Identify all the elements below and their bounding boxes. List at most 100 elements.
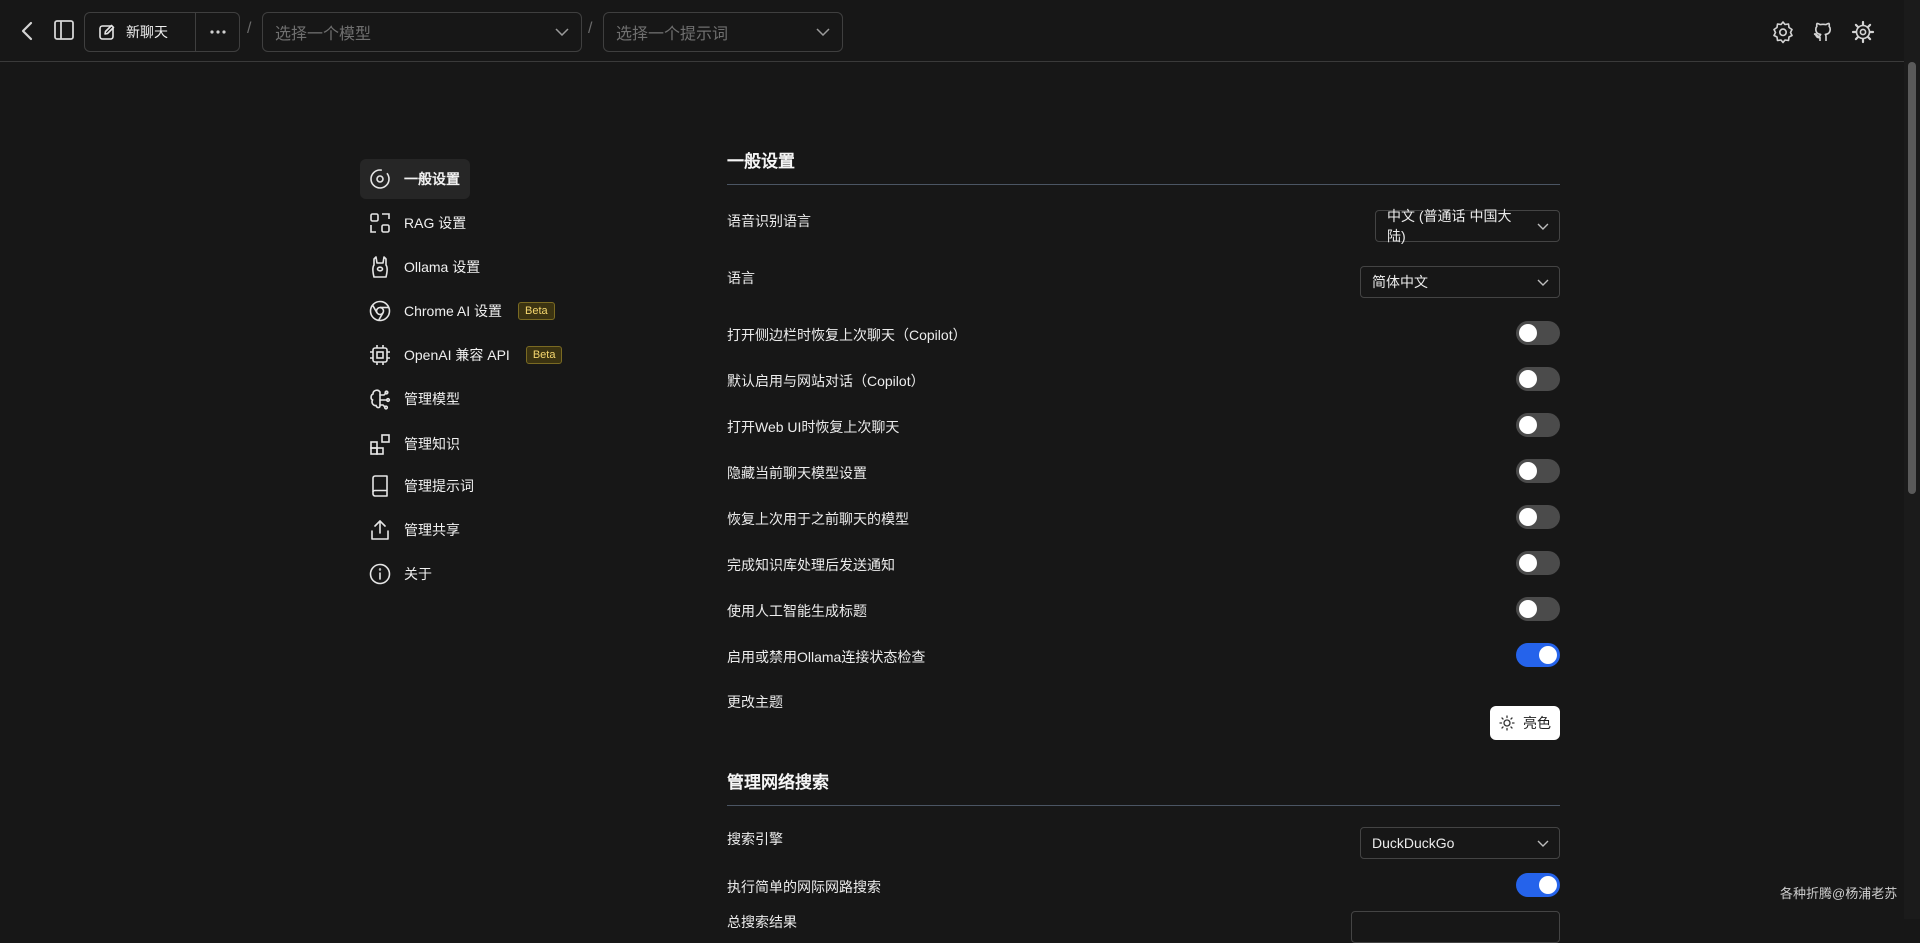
toggle-label: 启用或禁用Ollama连接状态检查 [727, 649, 926, 665]
prompt-select[interactable]: 选择一个提示词 [603, 12, 843, 52]
chevron-down-icon [816, 28, 830, 36]
sidebar-item-manage-prompts[interactable]: 管理提示词 [360, 466, 484, 506]
cog-icon[interactable] [1851, 20, 1875, 44]
section-divider [727, 805, 1560, 806]
toggle-label: 隐藏当前聊天模型设置 [727, 465, 867, 481]
toggle-label: 打开侧边栏时恢复上次聊天（Copilot） [727, 327, 967, 343]
theme-button-label: 亮色 [1523, 715, 1551, 731]
speech-language-select[interactable]: 中文 (普通话 中国大陆) [1375, 208, 1560, 244]
page-scrollbar[interactable] [1904, 0, 1920, 919]
restore-last-model-toggle[interactable] [1516, 505, 1560, 529]
settings-gear-icon[interactable] [1771, 20, 1795, 44]
section-divider [727, 184, 1560, 185]
sidebar-toggle-icon[interactable] [52, 18, 76, 42]
sidebar-item-label: 关于 [404, 566, 432, 582]
chevron-down-icon [1537, 223, 1549, 230]
theme-label: 更改主题 [727, 694, 783, 710]
sidebar-item-manage-sharing[interactable]: 管理共享 [360, 510, 470, 550]
github-icon[interactable] [1811, 20, 1835, 44]
search-engine-value: DuckDuckGo [1372, 835, 1455, 851]
back-chevron-icon[interactable] [16, 18, 40, 44]
sidebar-item-ollama[interactable]: Ollama 设置 [360, 247, 490, 287]
beta-badge: Beta [525, 346, 563, 364]
toggle-label: 完成知识库处理后发送通知 [727, 557, 895, 573]
toggle-knob [1539, 646, 1557, 664]
toggle-knob [1519, 600, 1537, 618]
toggle-knob [1519, 554, 1537, 572]
sidebar-item-openai-api[interactable]: OpenAI 兼容 API Beta [360, 335, 572, 375]
sidebar-item-label: 管理模型 [404, 391, 460, 407]
ellipsis-icon [209, 30, 226, 34]
chevron-down-icon [1537, 279, 1549, 286]
watermark-text: 各种折腾@杨浦老苏 [1780, 886, 1898, 901]
cpu-icon [370, 345, 390, 365]
sidebar-item-rag[interactable]: RAG 设置 [360, 203, 476, 243]
language-select[interactable]: 简体中文 [1360, 266, 1560, 298]
sidebar-item-label: Ollama 设置 [404, 259, 481, 275]
language-label: 语言 [727, 270, 755, 286]
sidebar-item-label: RAG 设置 [404, 215, 467, 231]
simple-web-search-toggle[interactable] [1516, 873, 1560, 897]
new-chat-label: 新聊天 [126, 24, 168, 40]
llama-icon [372, 256, 388, 278]
share-icon [371, 520, 389, 540]
restore-last-chat-webui-toggle[interactable] [1516, 413, 1560, 437]
book-icon [372, 475, 388, 497]
breadcrumb-separator: / [247, 20, 252, 37]
chevron-down-icon [1537, 840, 1549, 847]
new-chat-group: 新聊天 [84, 12, 240, 52]
toggle-knob [1539, 876, 1557, 894]
total-results-label: 总搜索结果 [727, 914, 797, 930]
chrome-icon [369, 300, 391, 322]
scan-icon [370, 213, 390, 233]
sidebar-item-manage-knowledge[interactable]: 管理知识 [360, 424, 470, 464]
prompt-select-placeholder: 选择一个提示词 [616, 26, 729, 43]
info-icon [369, 563, 391, 585]
toggle-label: 恢复上次用于之前聊天的模型 [727, 511, 909, 527]
brain-icon [370, 389, 391, 410]
sidebar-item-label: 管理提示词 [404, 478, 474, 494]
theme-light-button[interactable]: 亮色 [1490, 706, 1560, 740]
restore-last-chat-sidebar-toggle[interactable] [1516, 321, 1560, 345]
toggle-knob [1519, 508, 1537, 526]
sun-icon [1499, 715, 1515, 731]
hide-model-settings-toggle[interactable] [1516, 459, 1560, 483]
knowledge-notification-toggle[interactable] [1516, 551, 1560, 575]
total-results-input[interactable] [1351, 911, 1560, 943]
model-select[interactable]: 选择一个模型 [262, 12, 582, 52]
new-chat-button[interactable]: 新聊天 [85, 13, 196, 51]
simple-search-label: 执行简单的网际网路搜索 [727, 879, 881, 895]
speech-language-value: 中文 (普通话 中国大陆) [1387, 208, 1512, 244]
toggle-knob [1519, 324, 1537, 342]
sidebar-item-chrome-ai[interactable]: Chrome AI 设置 Beta [360, 291, 565, 331]
language-value: 简体中文 [1372, 274, 1428, 290]
toggle-knob [1519, 416, 1537, 434]
general-settings-title: 一般设置 [727, 152, 795, 171]
ollama-status-check-toggle[interactable] [1516, 643, 1560, 667]
more-options-button[interactable] [196, 13, 239, 51]
scrollbar-thumb[interactable] [1908, 62, 1916, 494]
toggle-knob [1519, 462, 1537, 480]
sidebar-item-label: 管理共享 [404, 522, 460, 538]
sidebar-item-about[interactable]: 关于 [360, 554, 442, 594]
sidebar-item-general[interactable]: 一般设置 [360, 159, 470, 199]
sidebar-item-label: OpenAI 兼容 API [404, 347, 510, 363]
chevron-down-icon [555, 28, 569, 36]
sidebar-item-manage-models[interactable]: 管理模型 [360, 379, 470, 419]
search-engine-select[interactable]: DuckDuckGo [1360, 827, 1560, 859]
ai-title-generation-toggle[interactable] [1516, 597, 1560, 621]
toggle-knob [1519, 370, 1537, 388]
toggle-label: 打开Web UI时恢复上次聊天 [727, 419, 900, 435]
sidebar-item-label: Chrome AI 设置 [404, 303, 503, 319]
blocks-icon [370, 434, 390, 455]
search-engine-label: 搜索引擎 [727, 831, 783, 847]
gear-circle-icon [370, 169, 390, 189]
chat-with-website-toggle[interactable] [1516, 367, 1560, 391]
top-bar: 新聊天 / 选择一个模型 / 选择一个提示词 [0, 0, 1904, 62]
sidebar-item-label: 一般设置 [404, 171, 460, 187]
edit-icon [99, 24, 115, 40]
beta-badge: Beta [518, 302, 555, 320]
sidebar-item-label: 管理知识 [404, 436, 460, 452]
toggle-label: 默认启用与网站对话（Copilot） [727, 373, 925, 389]
breadcrumb-separator: / [588, 20, 593, 37]
